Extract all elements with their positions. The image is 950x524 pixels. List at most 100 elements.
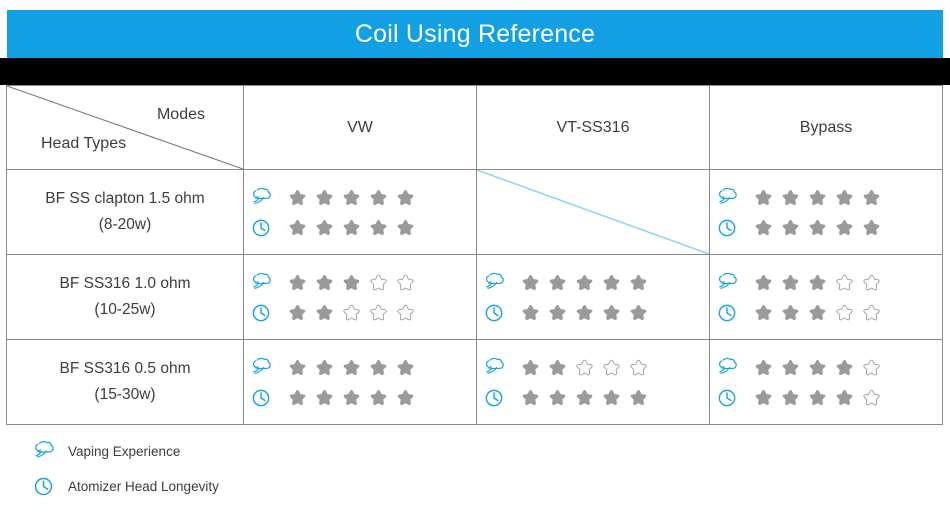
star-filled-icon — [809, 274, 826, 291]
star-filled-icon — [289, 359, 306, 376]
legend-clock-icon-wrap — [24, 474, 62, 499]
star-filled-icon — [522, 389, 539, 406]
clock-icon — [252, 304, 270, 321]
vaping-experience-rating — [710, 185, 942, 211]
column-header-vt-ss316: VT-SS316 — [476, 85, 710, 170]
star-empty-icon — [397, 274, 414, 291]
vapor-cloud-icon-wrap — [710, 270, 744, 296]
star-empty-icon — [370, 274, 387, 291]
head-type-name: BF SS clapton 1.5 ohm — [45, 190, 205, 208]
rating-cell — [476, 339, 710, 425]
star-filled-icon — [603, 274, 620, 291]
column-header-label: VT-SS316 — [556, 118, 630, 136]
vaping-experience-stars — [288, 358, 415, 377]
head-type-cell: BF SS316 1.0 ohm (10-25w) — [6, 254, 244, 340]
table-header-row: Modes Head Types VW VT-SS316 Bypass — [6, 85, 943, 170]
head-longevity-stars — [288, 388, 415, 407]
vaping-experience-stars — [521, 358, 648, 377]
legend-item: Vaping Experience — [24, 438, 219, 465]
head-longevity-rating — [710, 216, 942, 240]
clock-icon-wrap — [477, 301, 511, 325]
star-filled-icon — [755, 219, 772, 236]
star-filled-icon — [289, 274, 306, 291]
star-filled-icon — [836, 189, 853, 206]
column-header-vw: VW — [243, 85, 477, 170]
rating-cell — [709, 169, 943, 255]
star-filled-icon — [755, 389, 772, 406]
star-filled-icon — [863, 219, 880, 236]
head-longevity-stars — [754, 303, 881, 322]
star-empty-icon — [630, 359, 647, 376]
star-filled-icon — [370, 389, 387, 406]
star-filled-icon — [397, 189, 414, 206]
vaping-experience-stars — [521, 273, 648, 292]
rating-cell — [709, 339, 943, 425]
star-filled-icon — [836, 359, 853, 376]
star-filled-icon — [397, 359, 414, 376]
black-divider-bar — [0, 58, 950, 85]
legend-label: Atomizer Head Longevity — [68, 479, 219, 494]
vapor-cloud-icon-wrap — [244, 270, 278, 296]
star-filled-icon — [289, 189, 306, 206]
head-longevity-rating — [477, 301, 709, 325]
head-longevity-stars — [754, 388, 881, 407]
head-longevity-stars — [288, 303, 415, 322]
clock-icon — [718, 304, 736, 321]
head-longevity-rating — [710, 301, 942, 325]
star-filled-icon — [836, 389, 853, 406]
star-filled-icon — [343, 189, 360, 206]
rating-cell — [709, 254, 943, 340]
star-empty-icon — [863, 359, 880, 376]
clock-icon-wrap — [710, 386, 744, 410]
head-longevity-stars — [521, 303, 648, 322]
page-title: Coil Using Reference — [354, 19, 596, 48]
vaping-experience-rating — [710, 270, 942, 296]
star-empty-icon — [343, 304, 360, 321]
star-filled-icon — [370, 189, 387, 206]
head-longevity-rating — [244, 216, 476, 240]
modes-axis-label: Modes — [156, 106, 205, 123]
vapor-cloud-icon — [34, 440, 54, 458]
star-filled-icon — [782, 219, 799, 236]
corner-diagonal-divider — [7, 86, 243, 169]
vapor-cloud-icon-wrap — [710, 355, 744, 381]
star-empty-icon — [576, 359, 593, 376]
table-row: BF SS316 1.0 ohm (10-25w) — [6, 254, 943, 340]
unavailable-strikethrough-icon — [477, 170, 709, 254]
column-header-label: VW — [347, 118, 373, 136]
star-filled-icon — [836, 219, 853, 236]
head-type-name: BF SS316 0.5 ohm — [59, 360, 191, 378]
star-filled-icon — [316, 274, 333, 291]
star-empty-icon — [863, 304, 880, 321]
star-filled-icon — [549, 304, 566, 321]
star-filled-icon — [370, 359, 387, 376]
star-filled-icon — [630, 304, 647, 321]
coil-reference-table: Modes Head Types VW VT-SS316 Bypass BF SS cla… — [6, 85, 943, 425]
star-filled-icon — [809, 359, 826, 376]
head-longevity-stars — [288, 218, 415, 237]
rating-cell — [243, 339, 477, 425]
star-empty-icon — [836, 304, 853, 321]
head-type-cell: BF SS316 0.5 ohm (15-30w) — [6, 339, 244, 425]
star-filled-icon — [782, 189, 799, 206]
vaping-experience-rating — [710, 355, 942, 381]
star-filled-icon — [782, 389, 799, 406]
table-row: BF SS316 0.5 ohm (15-30w) — [6, 339, 943, 425]
star-filled-icon — [316, 389, 333, 406]
vaping-experience-rating — [244, 355, 476, 381]
clock-icon — [485, 304, 503, 321]
table-row: BF SS clapton 1.5 ohm (8-20w) — [6, 169, 943, 255]
star-filled-icon — [522, 304, 539, 321]
star-filled-icon — [397, 389, 414, 406]
vapor-cloud-icon-wrap — [477, 355, 511, 381]
legend-vapor-cloud-icon-wrap — [24, 438, 62, 465]
star-filled-icon — [522, 359, 539, 376]
head-longevity-rating — [710, 386, 942, 410]
star-empty-icon — [863, 389, 880, 406]
vaping-experience-stars — [288, 273, 415, 292]
star-filled-icon — [316, 304, 333, 321]
star-filled-icon — [809, 389, 826, 406]
clock-icon-wrap — [710, 216, 744, 240]
clock-icon — [485, 389, 503, 406]
star-filled-icon — [630, 389, 647, 406]
